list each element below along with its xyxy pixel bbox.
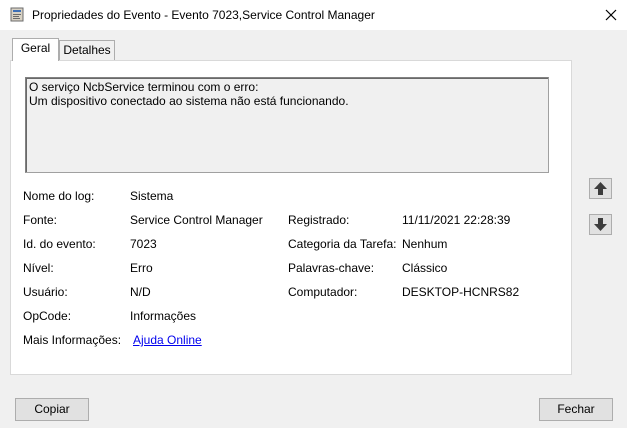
level-label: Nível: bbox=[23, 261, 54, 275]
log-name-label: Nome do log: bbox=[23, 189, 95, 203]
title-bar: Propriedades do Evento - Evento 7023,Ser… bbox=[0, 0, 627, 30]
online-help-link[interactable]: Ajuda Online bbox=[133, 333, 202, 347]
level-value: Erro bbox=[130, 261, 153, 275]
close-button[interactable]: Fechar bbox=[539, 398, 613, 421]
keywords-value: Clássico bbox=[402, 261, 448, 275]
more-info-label: Mais Informações: bbox=[23, 333, 122, 347]
previous-event-button[interactable] bbox=[589, 178, 612, 199]
task-category-value: Nenhum bbox=[402, 237, 448, 251]
tab-geral[interactable]: Geral bbox=[12, 38, 59, 61]
keywords-label: Palavras-chave: bbox=[288, 261, 375, 275]
arrow-down-icon bbox=[594, 218, 607, 231]
event-id-value: 7023 bbox=[130, 237, 157, 251]
close-icon[interactable] bbox=[599, 4, 623, 26]
general-tab-panel: O serviço NcbService terminou com o erro… bbox=[10, 60, 572, 375]
next-event-button[interactable] bbox=[589, 214, 612, 235]
logged-label: Registrado: bbox=[288, 213, 350, 227]
event-message-box[interactable]: O serviço NcbService terminou com o erro… bbox=[25, 77, 549, 173]
close-button-label: Fechar bbox=[557, 402, 595, 416]
source-value: Service Control Manager bbox=[130, 213, 263, 227]
opcode-label: OpCode: bbox=[23, 309, 72, 323]
tab-geral-label: Geral bbox=[20, 41, 51, 55]
message-line: Um dispositivo conectado ao sistema não … bbox=[29, 94, 349, 108]
copy-button[interactable]: Copiar bbox=[15, 398, 89, 421]
copy-button-label: Copiar bbox=[34, 402, 70, 416]
tab-detalhes-label: Detalhes bbox=[63, 43, 111, 57]
computer-label: Computador: bbox=[288, 285, 358, 299]
user-label: Usuário: bbox=[23, 285, 68, 299]
window-title: Propriedades do Evento - Evento 7023,Ser… bbox=[32, 8, 375, 22]
logged-value: 11/11/2021 22:28:39 bbox=[402, 213, 511, 227]
event-properties-icon bbox=[10, 7, 24, 22]
user-value: N/D bbox=[130, 285, 151, 299]
computer-value: DESKTOP-HCNRS82 bbox=[402, 285, 520, 299]
message-line: O serviço NcbService terminou com o erro… bbox=[29, 80, 259, 94]
log-name-value: Sistema bbox=[130, 189, 174, 203]
task-category-label: Categoria da Tarefa: bbox=[288, 237, 397, 251]
source-label: Fonte: bbox=[23, 213, 58, 227]
event-id-label: Id. do evento: bbox=[23, 237, 96, 251]
opcode-value: Informações bbox=[130, 309, 197, 323]
tab-detalhes[interactable]: Detalhes bbox=[59, 40, 115, 61]
arrow-up-icon bbox=[594, 182, 607, 195]
